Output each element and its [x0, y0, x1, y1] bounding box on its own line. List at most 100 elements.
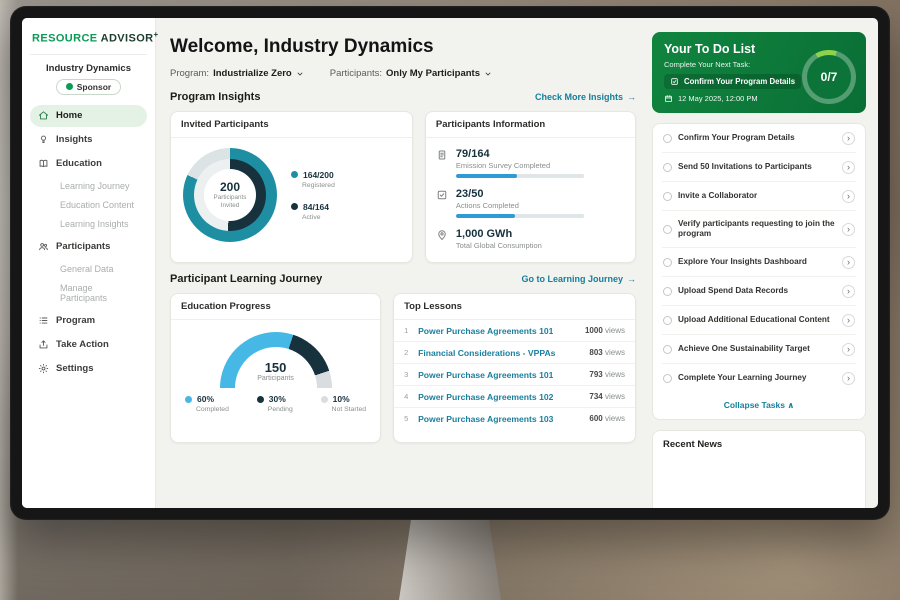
- lightbulb-icon: [38, 134, 49, 145]
- lesson-link[interactable]: Financial Considerations - VPPAs: [418, 348, 555, 358]
- participants-select[interactable]: Participants: Only My Participants: [330, 68, 492, 79]
- program-select[interactable]: Program: Industrialize Zero: [170, 68, 304, 79]
- task-row[interactable]: Complete Your Learning Journey ›: [662, 364, 856, 392]
- task-checkbox[interactable]: [663, 163, 672, 172]
- legend-item: 60% Completed: [185, 394, 229, 413]
- chevron-right-icon[interactable]: ›: [842, 343, 855, 356]
- go-to-learning-journey-link[interactable]: Go to Learning Journey →: [521, 274, 636, 284]
- legend-dot: [291, 171, 298, 178]
- task-checkbox[interactable]: [663, 258, 672, 267]
- task-checkbox[interactable]: [663, 192, 672, 201]
- sidebar-item-settings[interactable]: Settings: [30, 358, 147, 380]
- next-task-chip[interactable]: Confirm Your Program Details: [664, 74, 801, 89]
- donut-legend: 164/200 Registered 84/164 Active: [291, 170, 335, 221]
- task-list-card: Confirm Your Program Details › Send 50 I…: [652, 123, 866, 420]
- sidebar-item-home[interactable]: Home: [30, 105, 147, 127]
- task-row[interactable]: Explore Your Insights Dashboard ›: [662, 248, 856, 277]
- logo-resource: RESOURCE: [32, 33, 98, 45]
- chevron-down-icon: [484, 70, 492, 78]
- invited-participants-card: Invited Participants 200 Participants In…: [170, 111, 413, 263]
- sidebar-item-take-action[interactable]: Take Action: [30, 334, 147, 356]
- task-checkbox[interactable]: [663, 134, 672, 143]
- sidebar-item-program[interactable]: Program: [30, 310, 147, 332]
- stat-row: 23/50 Actions Completed: [436, 188, 625, 218]
- sponsor-badge[interactable]: Sponsor: [56, 79, 121, 95]
- lesson-link[interactable]: Power Purchase Agreements 103: [418, 414, 553, 424]
- lesson-row: 4 Power Purchase Agreements 102 734 view…: [394, 386, 635, 408]
- legend-dot: [321, 396, 328, 403]
- chevron-right-icon[interactable]: ›: [842, 256, 855, 269]
- invited-donut-chart: 200 Participants Invited: [183, 148, 277, 242]
- task-row[interactable]: Confirm Your Program Details ›: [662, 124, 856, 153]
- progress-bar: [456, 174, 584, 178]
- arrow-right-icon: →: [627, 92, 636, 102]
- lesson-row: 5 Power Purchase Agreements 103 600 view…: [394, 408, 635, 429]
- recent-news-card: Recent News: [652, 430, 866, 508]
- card-title: Education Progress: [171, 294, 380, 320]
- stat-row: 79/164 Emission Survey Completed: [436, 148, 625, 178]
- chevron-up-icon: ∧: [787, 400, 794, 410]
- chevron-right-icon[interactable]: ›: [842, 161, 855, 174]
- location-pin-icon: [436, 229, 448, 241]
- chevron-right-icon[interactable]: ›: [842, 132, 855, 145]
- task-checkbox[interactable]: [663, 287, 672, 296]
- chevron-right-icon[interactable]: ›: [842, 190, 855, 203]
- task-checkbox[interactable]: [663, 374, 672, 383]
- monitor-frame: RESOURCE ADVISOR+ Industry Dynamics Spon…: [10, 6, 890, 520]
- legend-item: 84/164 Active: [291, 202, 335, 221]
- todo-panel: Your To Do List Complete Your Next Task:…: [646, 18, 878, 508]
- chevron-right-icon[interactable]: ›: [842, 314, 855, 327]
- donut-center: 200 Participants Invited: [204, 169, 256, 221]
- lesson-link[interactable]: Power Purchase Agreements 102: [418, 392, 553, 402]
- progress-bar: [456, 214, 584, 218]
- education-progress-card: Education Progress 150 Participants: [170, 293, 381, 443]
- legend-item: 164/200 Registered: [291, 170, 335, 189]
- logo-advisor: ADVISOR: [101, 33, 154, 45]
- card-title: Top Lessons: [394, 294, 635, 320]
- collapse-tasks-link[interactable]: Collapse Tasks ∧: [662, 392, 856, 419]
- lesson-link[interactable]: Power Purchase Agreements 101: [418, 370, 553, 380]
- sidebar-item-learning-insights[interactable]: Learning Insights: [30, 215, 147, 234]
- todo-progress-ring: 0/7: [802, 50, 856, 104]
- sidebar-nav: Home Insights Education Learning Journey…: [30, 105, 147, 380]
- task-row[interactable]: Send 50 Invitations to Participants ›: [662, 153, 856, 182]
- checkbox-icon: [670, 77, 679, 86]
- task-row[interactable]: Verify participants requesting to join t…: [662, 211, 856, 248]
- todo-header-card: Your To Do List Complete Your Next Task:…: [652, 32, 866, 113]
- sidebar-item-general-data[interactable]: General Data: [30, 260, 147, 279]
- sidebar-item-learning-journey[interactable]: Learning Journey: [30, 177, 147, 196]
- task-row[interactable]: Achieve One Sustainability Target ›: [662, 335, 856, 364]
- task-checkbox[interactable]: [663, 345, 672, 354]
- app-logo: RESOURCE ADVISOR+: [30, 28, 147, 55]
- legend-dot: [185, 396, 192, 403]
- program-insights-title: Program Insights: [170, 91, 260, 103]
- lesson-row: 1 Power Purchase Agreements 101 1000 vie…: [394, 320, 635, 342]
- chevron-right-icon[interactable]: ›: [842, 223, 855, 236]
- sidebar-item-education-content[interactable]: Education Content: [30, 196, 147, 215]
- home-icon: [38, 110, 49, 121]
- sidebar-item-education[interactable]: Education: [30, 153, 147, 175]
- participants-information-card: Participants Information 79/164 Emission…: [425, 111, 636, 263]
- page-title: Welcome, Industry Dynamics: [170, 36, 636, 58]
- task-row[interactable]: Upload Additional Educational Content ›: [662, 306, 856, 335]
- sponsor-icon: [66, 83, 73, 90]
- sidebar-item-manage-participants[interactable]: Manage Participants: [30, 279, 147, 308]
- todo-progress-count: 0/7: [821, 70, 838, 84]
- upload-box-icon: [38, 339, 49, 350]
- sidebar-item-participants[interactable]: Participants: [30, 236, 147, 258]
- lesson-link[interactable]: Power Purchase Agreements 101: [418, 326, 553, 336]
- gauge-legend: 60% Completed 30% Pending 10% Not Starte…: [185, 394, 366, 413]
- chevron-right-icon[interactable]: ›: [842, 372, 855, 385]
- task-row[interactable]: Invite a Collaborator ›: [662, 182, 856, 211]
- card-title: Participants Information: [426, 112, 635, 138]
- task-checkbox[interactable]: [663, 225, 672, 234]
- legend-item: 30% Pending: [257, 394, 293, 413]
- card-title: Invited Participants: [171, 112, 412, 138]
- check-more-insights-link[interactable]: Check More Insights →: [535, 92, 636, 102]
- stat-row: 1,000 GWh Total Global Consumption: [436, 228, 625, 250]
- sidebar-item-insights[interactable]: Insights: [30, 129, 147, 151]
- task-checkbox[interactable]: [663, 316, 672, 325]
- chevron-right-icon[interactable]: ›: [842, 285, 855, 298]
- task-row[interactable]: Upload Spend Data Records ›: [662, 277, 856, 306]
- book-icon: [38, 158, 49, 169]
